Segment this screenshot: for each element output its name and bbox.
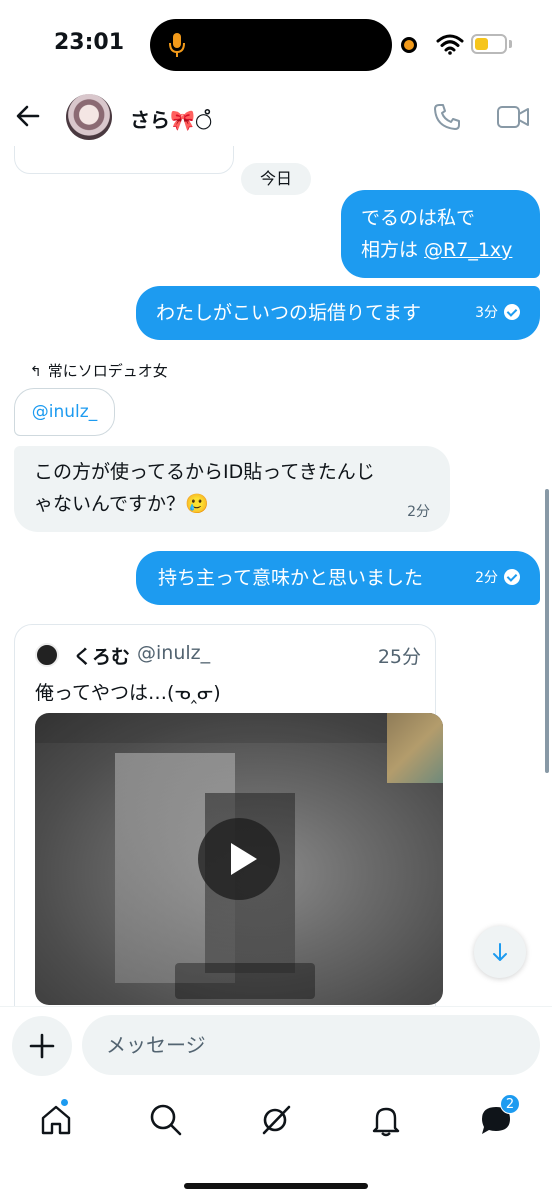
post-author-name: くろむ bbox=[73, 646, 131, 668]
notification-dot bbox=[60, 1098, 69, 1107]
message-text-line2: ゃないんですか？🥲 bbox=[34, 493, 209, 515]
battery-icon bbox=[471, 34, 507, 54]
home-icon bbox=[41, 1105, 71, 1135]
message-text: この方が使ってるからID貼ってきたんじ bbox=[34, 461, 375, 483]
wifi-icon bbox=[436, 34, 464, 55]
add-attachment-button[interactable] bbox=[12, 1016, 72, 1076]
camera-in-use-icon bbox=[401, 37, 417, 53]
plus-icon bbox=[29, 1033, 55, 1059]
scrollbar[interactable] bbox=[545, 489, 549, 773]
post-time: 25分 bbox=[377, 646, 421, 668]
bell-icon bbox=[372, 1107, 400, 1137]
previous-message-card[interactable] bbox=[14, 146, 234, 174]
home-indicator bbox=[184, 1183, 368, 1189]
outgoing-message-bubble[interactable]: 持ち主って意味かと思いました 2分 bbox=[136, 551, 540, 605]
date-separator: 今日 bbox=[241, 163, 311, 195]
message-meta: 3分 bbox=[475, 304, 520, 321]
post-author-avatar[interactable] bbox=[35, 643, 59, 667]
bottom-navigation: 2 bbox=[0, 1088, 552, 1158]
shared-post-card[interactable]: くろむ @inulz_ 25分 俺ってやつは…(ᓀ‸ᓂ) bbox=[14, 624, 443, 1006]
mention-link[interactable]: @R7_1xy bbox=[424, 239, 512, 261]
outgoing-message-bubble[interactable]: わたしがこいつの垢借りてます 3分 bbox=[136, 286, 540, 340]
nav-home[interactable] bbox=[38, 1098, 74, 1138]
reply-context-text: 常にソロデュオ女 bbox=[47, 362, 168, 380]
nav-search[interactable] bbox=[148, 1102, 184, 1138]
back-arrow-icon[interactable] bbox=[14, 102, 42, 130]
video-hud-bottom bbox=[175, 963, 315, 999]
dynamic-island bbox=[150, 19, 392, 71]
post-video[interactable] bbox=[35, 713, 443, 1005]
message-list[interactable]: 今日 でるのは私で 相方は @R7_1xy わたしがこいつの垢借りてます 3分 … bbox=[0, 146, 552, 1006]
message-time: 2分 bbox=[407, 504, 430, 520]
message-composer bbox=[0, 1006, 552, 1080]
nav-notifications[interactable] bbox=[368, 1102, 404, 1138]
incoming-message-bubble[interactable]: この方が使ってるからID貼ってきたんじ ゃないんですか？🥲 2分 bbox=[14, 446, 450, 532]
contact-name[interactable]: さら🎀○̊ bbox=[130, 104, 212, 133]
microphone-icon bbox=[169, 33, 185, 57]
unread-badge: 2 bbox=[500, 1094, 520, 1114]
play-button[interactable] bbox=[198, 818, 280, 900]
nav-messages[interactable]: 2 bbox=[478, 1094, 520, 1138]
arrow-down-icon bbox=[493, 943, 507, 961]
message-meta: 2分 bbox=[475, 569, 520, 586]
post-text: 俺ってやつは…(ᓀ‸ᓂ) bbox=[35, 682, 221, 704]
phone-icon[interactable] bbox=[432, 102, 462, 132]
conversation-header: さら🎀○̊ bbox=[0, 90, 552, 146]
video-call-icon[interactable] bbox=[496, 104, 530, 130]
message-time: 3分 bbox=[475, 305, 498, 321]
status-bar: 23:01 bbox=[0, 0, 552, 90]
scroll-to-bottom-button[interactable] bbox=[474, 926, 526, 978]
status-time: 23:01 bbox=[54, 30, 125, 55]
message-text-line2: 相方は @R7_1xy bbox=[361, 234, 540, 266]
contact-avatar[interactable] bbox=[66, 94, 112, 140]
post-author-handle: @inulz_ bbox=[137, 642, 211, 664]
grok-icon bbox=[262, 1105, 291, 1135]
outgoing-message-bubble[interactable]: でるのは私で 相方は @R7_1xy bbox=[341, 190, 540, 278]
message-input[interactable] bbox=[82, 1015, 540, 1075]
message-text: でるのは私で bbox=[361, 207, 476, 229]
quoted-message-chip[interactable]: @inulz_ bbox=[14, 388, 115, 436]
message-text: わたしがこいつの垢借りてます bbox=[156, 302, 422, 324]
message-time: 2分 bbox=[475, 570, 498, 586]
battery-tip bbox=[509, 40, 512, 48]
video-hud-top bbox=[35, 713, 443, 743]
nav-grok[interactable] bbox=[258, 1102, 294, 1138]
play-icon bbox=[231, 843, 257, 875]
video-minimap bbox=[387, 713, 443, 783]
read-check-icon bbox=[504, 569, 520, 585]
message-text: 持ち主って意味かと思いました bbox=[158, 567, 424, 589]
reply-context: ↰ 常にソロデュオ女 bbox=[30, 360, 168, 381]
search-icon bbox=[150, 1104, 182, 1136]
read-check-icon bbox=[504, 304, 520, 320]
message-text: 相方は bbox=[361, 239, 425, 261]
reply-arrow-icon: ↰ bbox=[30, 364, 42, 380]
